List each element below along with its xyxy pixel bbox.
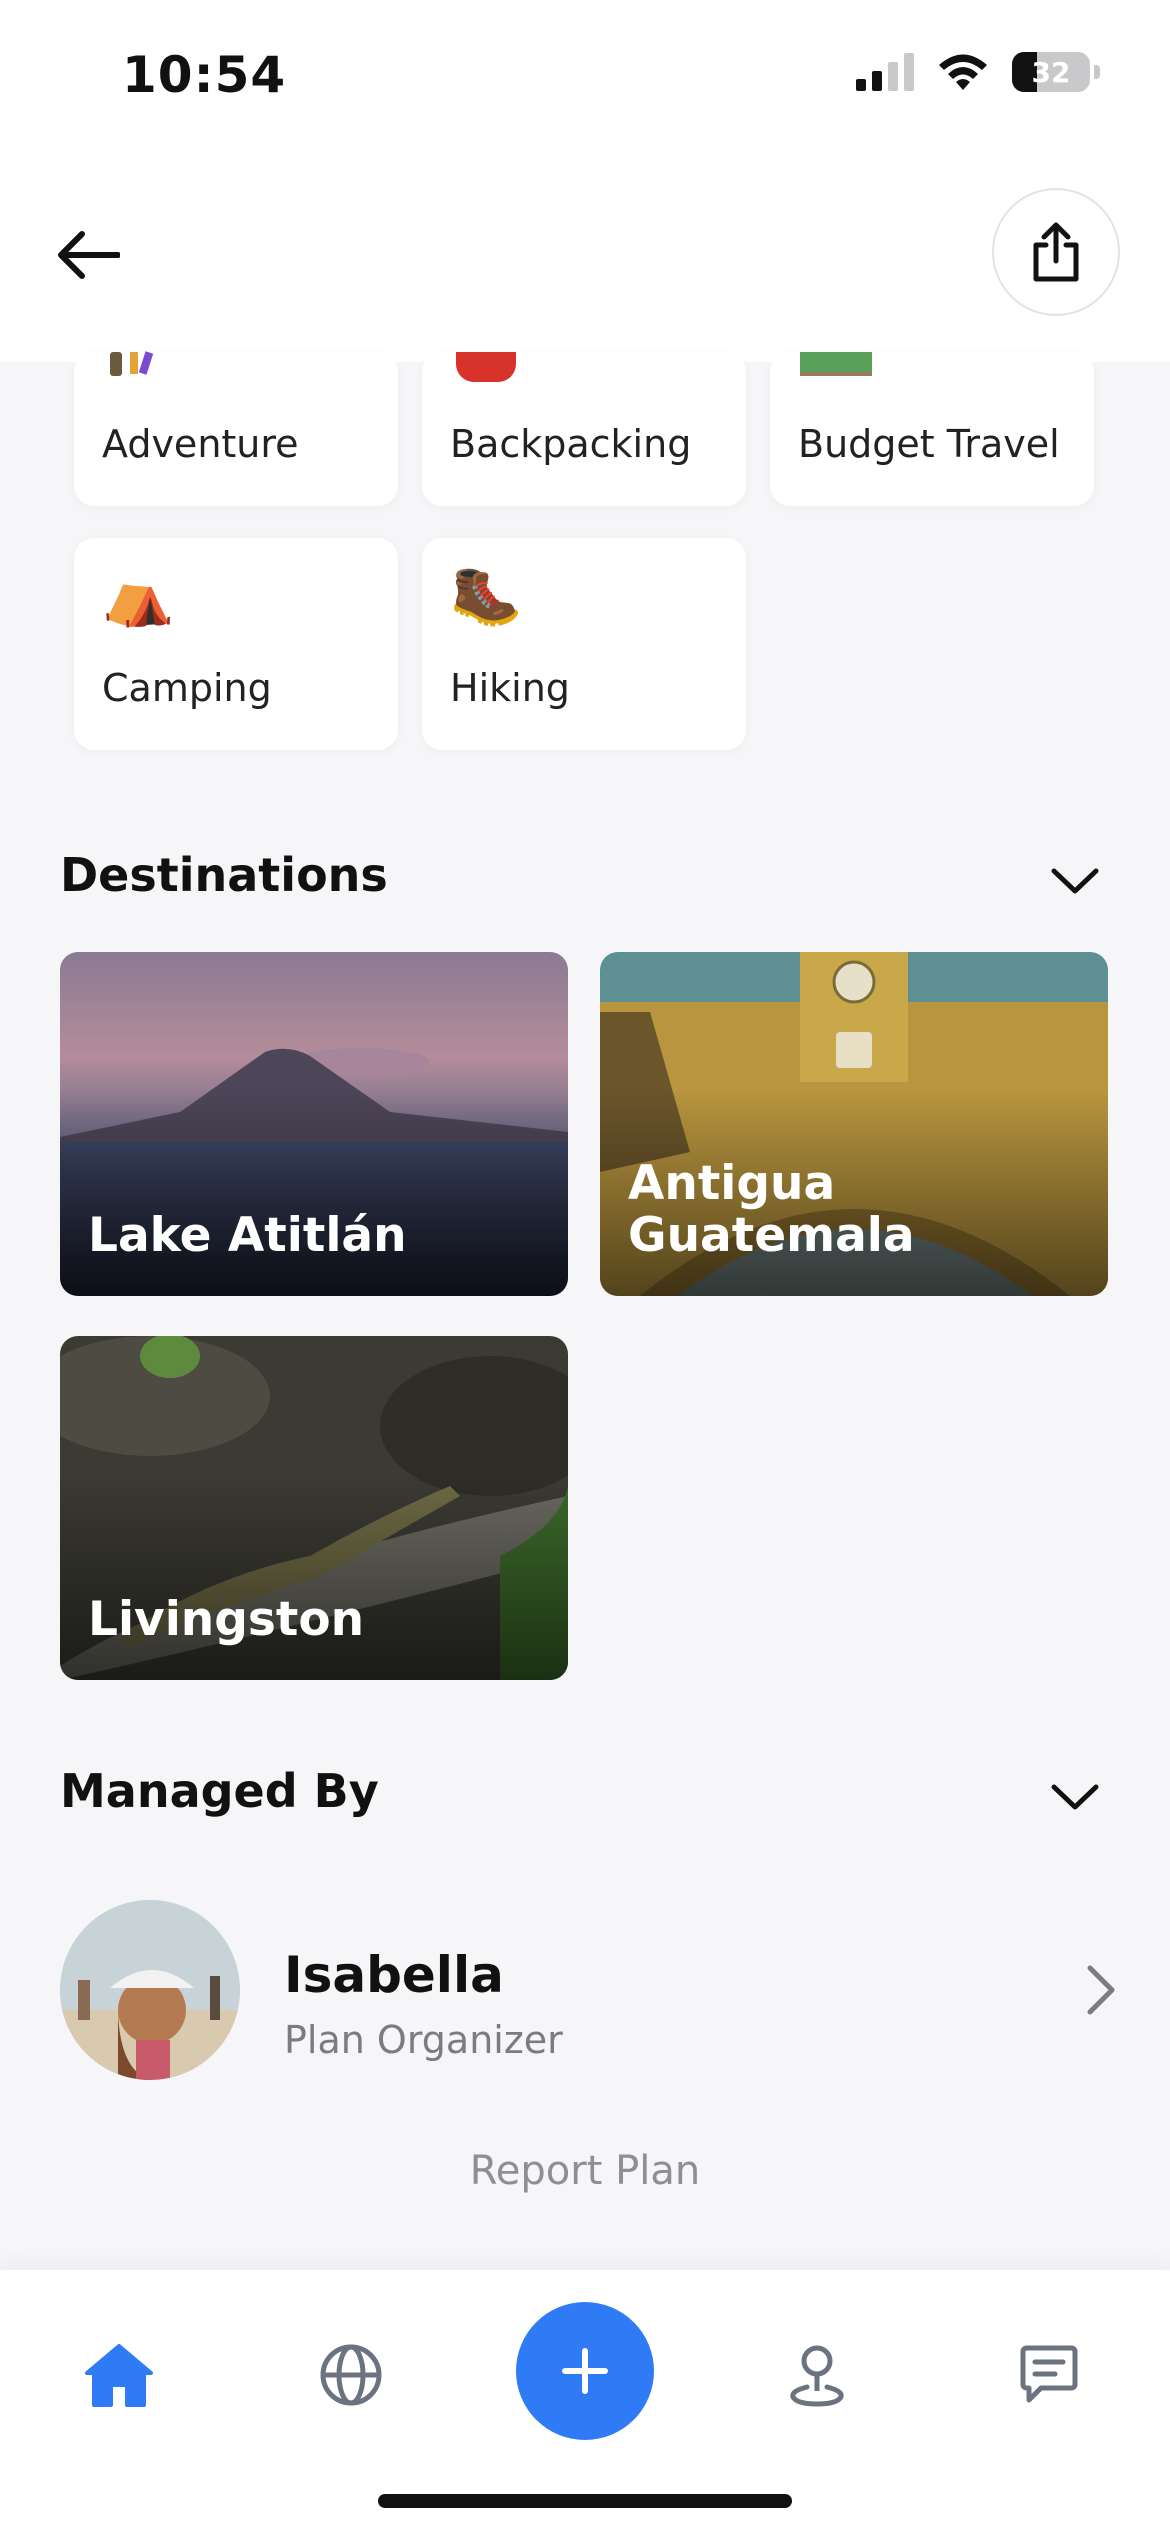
globe-icon	[320, 2344, 382, 2406]
chat-icon	[1020, 2345, 1078, 2403]
avatar	[60, 1900, 240, 2080]
signal-icon	[856, 53, 914, 91]
destination-card-lake-atitlan[interactable]: Lake Atitlán	[60, 952, 568, 1296]
managed-by-title: Managed By	[60, 1764, 379, 1818]
tag-hiking[interactable]: 🥾 Hiking	[422, 538, 746, 750]
destination-name: Antigua Guatemala	[628, 1156, 915, 1263]
tag-budget-travel[interactable]: Budget Travel	[770, 352, 1094, 506]
manager-row[interactable]: Isabella Plan Organizer	[60, 1900, 1120, 2080]
destination-name: Livingston	[88, 1592, 365, 1647]
money-icon	[800, 352, 872, 376]
tag-label: Hiking	[450, 666, 570, 710]
add-plan-button[interactable]	[516, 2302, 654, 2440]
report-plan-link[interactable]: Report Plan	[0, 2148, 1170, 2194]
nav-bar	[0, 150, 1170, 362]
tab-explore[interactable]	[306, 2330, 396, 2420]
battery-tip	[1094, 65, 1100, 79]
tag-label: Camping	[102, 666, 272, 710]
home-indicator	[378, 2494, 792, 2508]
battery-icon: 32	[1012, 52, 1090, 92]
tag-camping[interactable]: ⛺ Camping	[74, 538, 398, 750]
tag-adventure[interactable]: Adventure	[74, 351, 398, 506]
share-icon	[1033, 222, 1079, 282]
destination-name: Lake Atitlán	[88, 1208, 407, 1263]
plus-icon	[562, 2348, 608, 2394]
wifi-icon	[939, 54, 987, 90]
chevron-right-icon	[1087, 1965, 1115, 2015]
status-bar: 10:54 32	[0, 0, 1170, 150]
tab-map[interactable]	[772, 2330, 862, 2420]
tag-backpacking[interactable]: Backpacking	[422, 352, 746, 506]
organizer-photo	[60, 1900, 240, 2080]
destination-card-livingston[interactable]: Livingston	[60, 1336, 568, 1680]
tent-icon: ⛺	[102, 561, 175, 629]
tab-home[interactable]	[74, 2330, 164, 2420]
chevron-down-icon[interactable]	[1050, 1782, 1100, 1812]
status-time: 10:54	[122, 46, 287, 104]
backpack-icon	[456, 352, 516, 382]
manager-role: Plan Organizer	[284, 2018, 563, 2062]
tag-label: Backpacking	[450, 422, 692, 466]
back-button[interactable]	[48, 215, 128, 295]
battery-level: 32	[1031, 55, 1071, 89]
destinations-title: Destinations	[60, 848, 388, 902]
tab-bar	[0, 2270, 1170, 2532]
tag-label: Budget Travel	[798, 422, 1060, 466]
tag-label: Adventure	[102, 422, 299, 466]
arrow-left-icon	[58, 231, 120, 279]
hiking-boot-icon: 🥾	[450, 561, 523, 629]
destination-card-antigua-guatemala[interactable]: Antigua Guatemala	[600, 952, 1108, 1296]
home-icon	[85, 2344, 153, 2407]
chevron-down-icon[interactable]	[1050, 866, 1100, 896]
share-button[interactable]	[992, 188, 1120, 316]
status-icons: 32	[856, 52, 1100, 92]
manager-name: Isabella	[284, 1946, 504, 2004]
tab-messages[interactable]	[1004, 2330, 1094, 2420]
hiker-icon	[104, 351, 164, 380]
map-pin-icon	[790, 2345, 844, 2407]
